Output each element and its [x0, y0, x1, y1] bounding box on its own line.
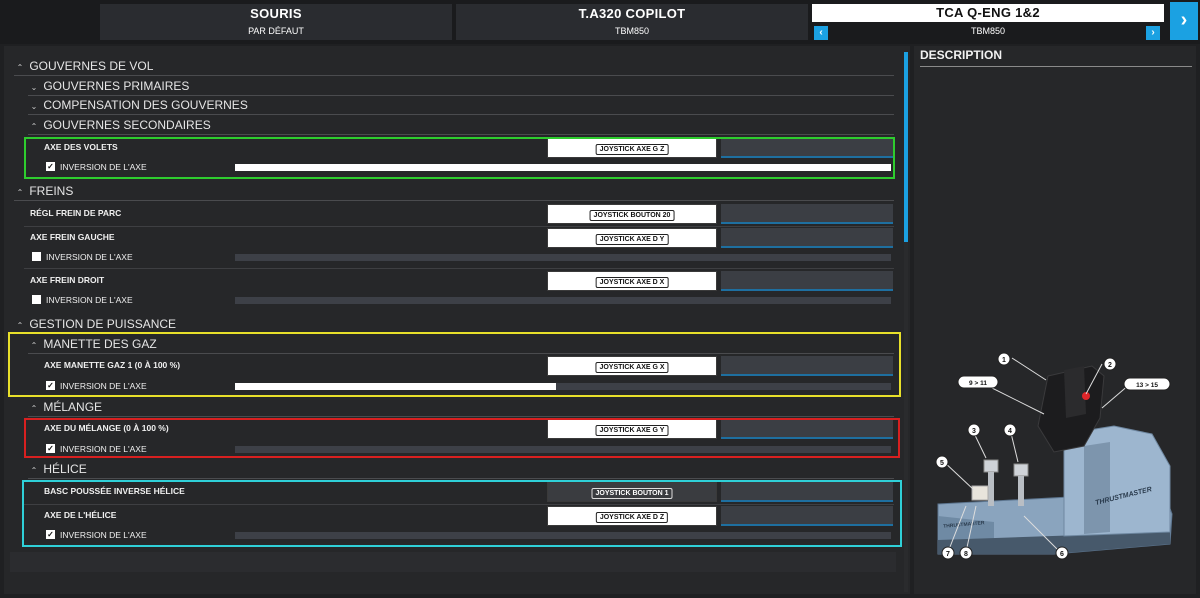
row-parking-brake: RÉGL FREIN DE PARC JOYSTICK BOUTON 20 — [24, 204, 894, 224]
axis-level-bar — [235, 254, 891, 261]
callout-2: 2 — [1108, 362, 1112, 369]
callout-7: 7 — [946, 551, 950, 558]
highlight-green — [24, 137, 895, 179]
highlight-red — [24, 418, 900, 458]
binding-slot-1[interactable]: JOYSTICK AXE D Y — [547, 228, 717, 248]
callout-1: 1 — [1002, 357, 1006, 364]
callout-3: 3 — [972, 428, 976, 435]
row-right-brake-axis: AXE FREIN DROIT JOYSTICK AXE D X — [24, 271, 894, 291]
row-label: AXE FREIN GAUCHE — [30, 232, 115, 242]
device-profile: PAR DÉFAUT — [248, 26, 304, 36]
profile-prev-icon[interactable]: ‹ — [814, 26, 828, 40]
collapse-icon: ⌃ — [16, 63, 24, 72]
expand-icon: ⌄ — [30, 83, 38, 92]
callout-13-15: 13 > 15 — [1136, 382, 1158, 389]
binding-slot-2[interactable] — [721, 228, 893, 248]
scrollbar-thumb[interactable] — [904, 52, 908, 242]
binding-chip: JOYSTICK AXE D X — [595, 277, 669, 288]
collapse-icon: ⌃ — [30, 404, 38, 413]
throttle-quadrant-illustration: THRUSTMASTER THRUSTMASTER 1 2 3 4 5 6 7 … — [935, 352, 1173, 560]
section-label: MÉLANGE — [43, 400, 103, 414]
collapse-icon: ⌃ — [30, 466, 38, 475]
binding-slot-2[interactable] — [721, 204, 893, 224]
bindings-panel: ⌃ GOUVERNES DE VOL ⌄ GOUVERNES PRIMAIRES… — [4, 46, 910, 594]
row-label: AXE FREIN DROIT — [30, 275, 105, 285]
checkbox-label: INVERSION DE L'AXE — [46, 252, 133, 262]
section-propeller[interactable]: ⌃ HÉLICE — [28, 460, 894, 479]
lever-4 — [1013, 463, 1029, 477]
section-label: GESTION DE PUISSANCE — [29, 317, 177, 331]
binding-slot-1[interactable]: JOYSTICK AXE D X — [547, 271, 717, 291]
callout-8: 8 — [964, 551, 968, 558]
next-device-button[interactable]: › — [1170, 2, 1198, 40]
section-trim[interactable]: ⌄ COMPENSATION DES GOUVERNES — [28, 96, 894, 115]
binding-slot-2[interactable] — [721, 271, 893, 291]
binding-chip: JOYSTICK BOUTON 20 — [589, 210, 675, 221]
profile-next-icon[interactable]: › — [1146, 26, 1160, 40]
section-label: GOUVERNES SECONDAIRES — [43, 118, 211, 132]
callout-5: 5 — [940, 460, 944, 467]
row-right-brake-invert: INVERSION DE L'AXE — [24, 291, 894, 309]
lever-3 — [983, 459, 999, 473]
section-label: HÉLICE — [43, 462, 87, 476]
section-label: GOUVERNES DE VOL — [29, 59, 154, 73]
divider — [24, 226, 894, 227]
collapse-icon: ⌃ — [30, 122, 38, 131]
callout-4: 4 — [1008, 428, 1012, 435]
callout-9-11: 9 > 11 — [969, 380, 987, 387]
list-footer — [10, 552, 896, 572]
row-left-brake-invert: INVERSION DE L'AXE — [24, 248, 894, 266]
section-primary-controls[interactable]: ⌄ GOUVERNES PRIMAIRES — [28, 77, 894, 96]
device-name: TCA Q-ENG 1&2 — [812, 4, 1164, 22]
callout-6: 6 — [1060, 551, 1064, 558]
device-profile: TBM850 — [970, 26, 1005, 36]
device-name: SOURIS — [250, 6, 302, 21]
switch-5 — [971, 485, 989, 501]
row-left-brake-axis: AXE FREIN GAUCHE JOYSTICK AXE D Y — [24, 228, 894, 248]
expand-icon: ⌄ — [30, 102, 38, 111]
row-label: RÉGL FREIN DE PARC — [30, 208, 122, 218]
device-tab-a320-copilot[interactable]: T.A320 COPILOT TBM850 — [456, 4, 808, 40]
section-label: GOUVERNES PRIMAIRES — [43, 79, 190, 93]
checkbox-label: INVERSION DE L'AXE — [46, 295, 133, 305]
divider — [24, 268, 894, 269]
device-profile: TBM850 — [614, 26, 649, 36]
section-flight-controls[interactable]: ⌃ GOUVERNES DE VOL — [14, 57, 894, 76]
description-panel: DESCRIPTION THRUSTMASTER THRUSTMASTER 1 … — [914, 46, 1196, 594]
device-bar: SOURIS PAR DÉFAUT T.A320 COPILOT TBM850 … — [0, 0, 1200, 44]
section-secondary-controls[interactable]: ⌃ GOUVERNES SECONDAIRES — [28, 116, 894, 135]
device-tab-tca-q-eng[interactable]: TCA Q-ENG 1&2 TBM850 ‹ › — [812, 4, 1164, 40]
section-label: FREINS — [29, 184, 74, 198]
device-name: T.A320 COPILOT — [578, 6, 686, 21]
highlight-yellow — [8, 332, 901, 397]
invert-checkbox[interactable] — [32, 295, 41, 304]
section-label: COMPENSATION DES GOUVERNES — [43, 98, 248, 112]
invert-checkbox[interactable] — [32, 252, 41, 261]
section-brakes[interactable]: ⌃ FREINS — [14, 182, 894, 201]
binding-slot-1[interactable]: JOYSTICK BOUTON 20 — [547, 204, 717, 224]
section-mixture[interactable]: ⌃ MÉLANGE — [28, 398, 894, 417]
axis-level-bar — [235, 297, 891, 304]
binding-chip: JOYSTICK AXE D Y — [595, 234, 669, 245]
device-tab-mouse[interactable]: SOURIS PAR DÉFAUT — [100, 4, 452, 40]
highlight-cyan — [22, 480, 902, 547]
collapse-icon: ⌃ — [16, 188, 24, 197]
